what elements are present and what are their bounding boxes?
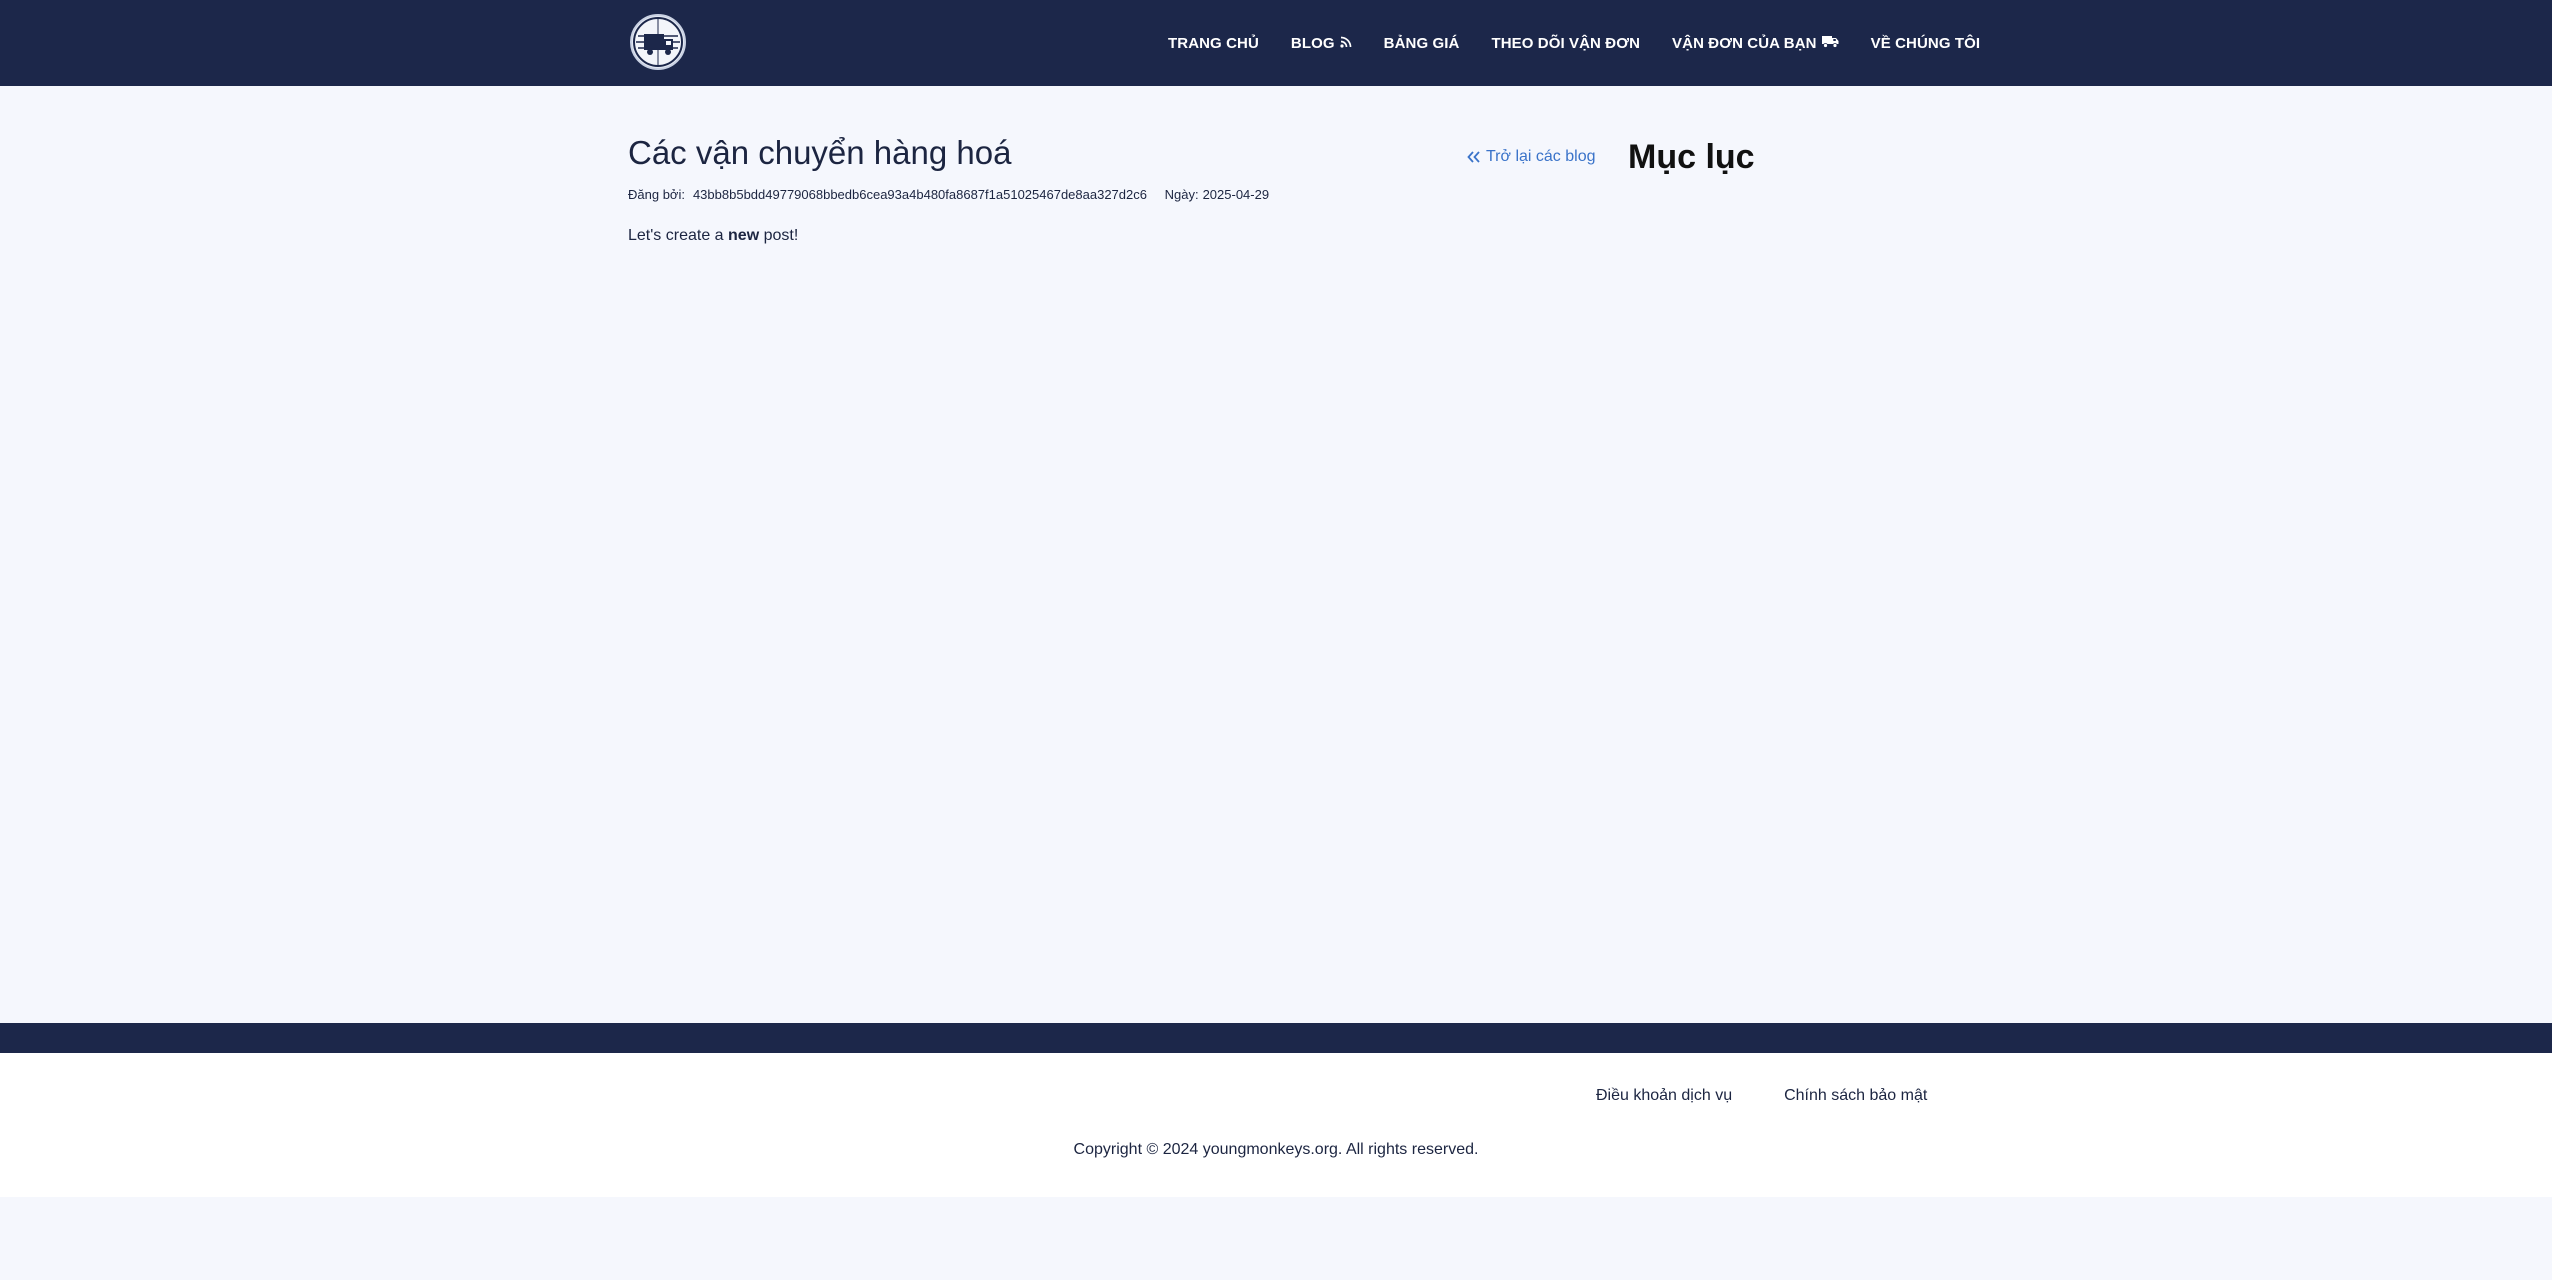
author-label: Đăng bởi: [628, 187, 685, 202]
back-to-blogs-label: Trở lại các blog [1486, 148, 1596, 165]
nav-item-about[interactable]: VỀ CHÚNG TÔI [1871, 35, 1981, 52]
post-body-text-end: post! [763, 227, 799, 244]
rss-icon [1340, 35, 1352, 52]
truck-icon [1821, 35, 1839, 52]
nav-item-tracking[interactable]: THEO DÕI VẬN ĐƠN [1491, 35, 1640, 52]
post-body-bold: new [728, 227, 760, 244]
post-body-text-start: Let's create a [628, 227, 724, 244]
date-value: 2025-04-29 [1202, 187, 1270, 202]
footer-link-privacy[interactable]: Chính sách bảo mật [1784, 1087, 1927, 1105]
double-chevron-left-icon [1467, 151, 1481, 163]
nav-item-tracking-label: THEO DÕI VẬN ĐƠN [1491, 34, 1641, 52]
author-value: 43bb8b5bdd49779068bbedb6cea93a4b480fa868… [692, 187, 1147, 202]
post-title: Các vận chuyển hàng hoá [628, 134, 1012, 171]
nav-item-pricing-label: BẢNG GIÁ [1383, 34, 1460, 52]
back-to-blogs-link[interactable]: Trở lại các blog [1467, 148, 1596, 166]
date-label: Ngày: [1164, 187, 1199, 202]
nav-item-home[interactable]: TRANG CHỦ [1168, 35, 1259, 52]
footer-links: Điều khoản dịch vụ Chính sách bảo mật [1596, 1087, 1927, 1105]
nav-item-blog-label: BLOG [1290, 34, 1335, 52]
nav-item-your-orders-label: VẬN ĐƠN CỦA BẠN [1672, 34, 1817, 52]
footer: Điều khoản dịch vụ Chính sách bảo mật Co… [0, 1053, 2552, 1197]
truck-globe-logo-icon[interactable] [630, 14, 686, 70]
nav-item-home-label: TRANG CHỦ [1168, 34, 1259, 52]
main-nav: TRANG CHỦ BLOG BẢNG GIÁ THEO DÕI VẬN ĐƠN… [1168, 0, 1980, 86]
footer-link-terms[interactable]: Điều khoản dịch vụ [1596, 1087, 1732, 1105]
nav-item-pricing[interactable]: BẢNG GIÁ [1384, 35, 1460, 52]
table-of-contents-title: Mục lục [1628, 138, 1755, 176]
copyright-text: Copyright © 2024 youngmonkeys.org. All r… [1073, 1141, 1479, 1158]
nav-item-about-label: VỀ CHÚNG TÔI [1870, 34, 1981, 52]
post-meta: Đăng bởi: 43bb8b5bdd49779068bbedb6cea93a4… [628, 187, 1277, 202]
post-body: Let's create a new post! [628, 227, 798, 245]
top-navbar: TRANG CHỦ BLOG BẢNG GIÁ THEO DÕI VẬN ĐƠN… [0, 0, 2552, 86]
nav-item-your-orders[interactable]: VẬN ĐƠN CỦA BẠN [1672, 35, 1839, 52]
footer-band [0, 1023, 2552, 1053]
nav-item-blog[interactable]: BLOG [1291, 35, 1352, 52]
